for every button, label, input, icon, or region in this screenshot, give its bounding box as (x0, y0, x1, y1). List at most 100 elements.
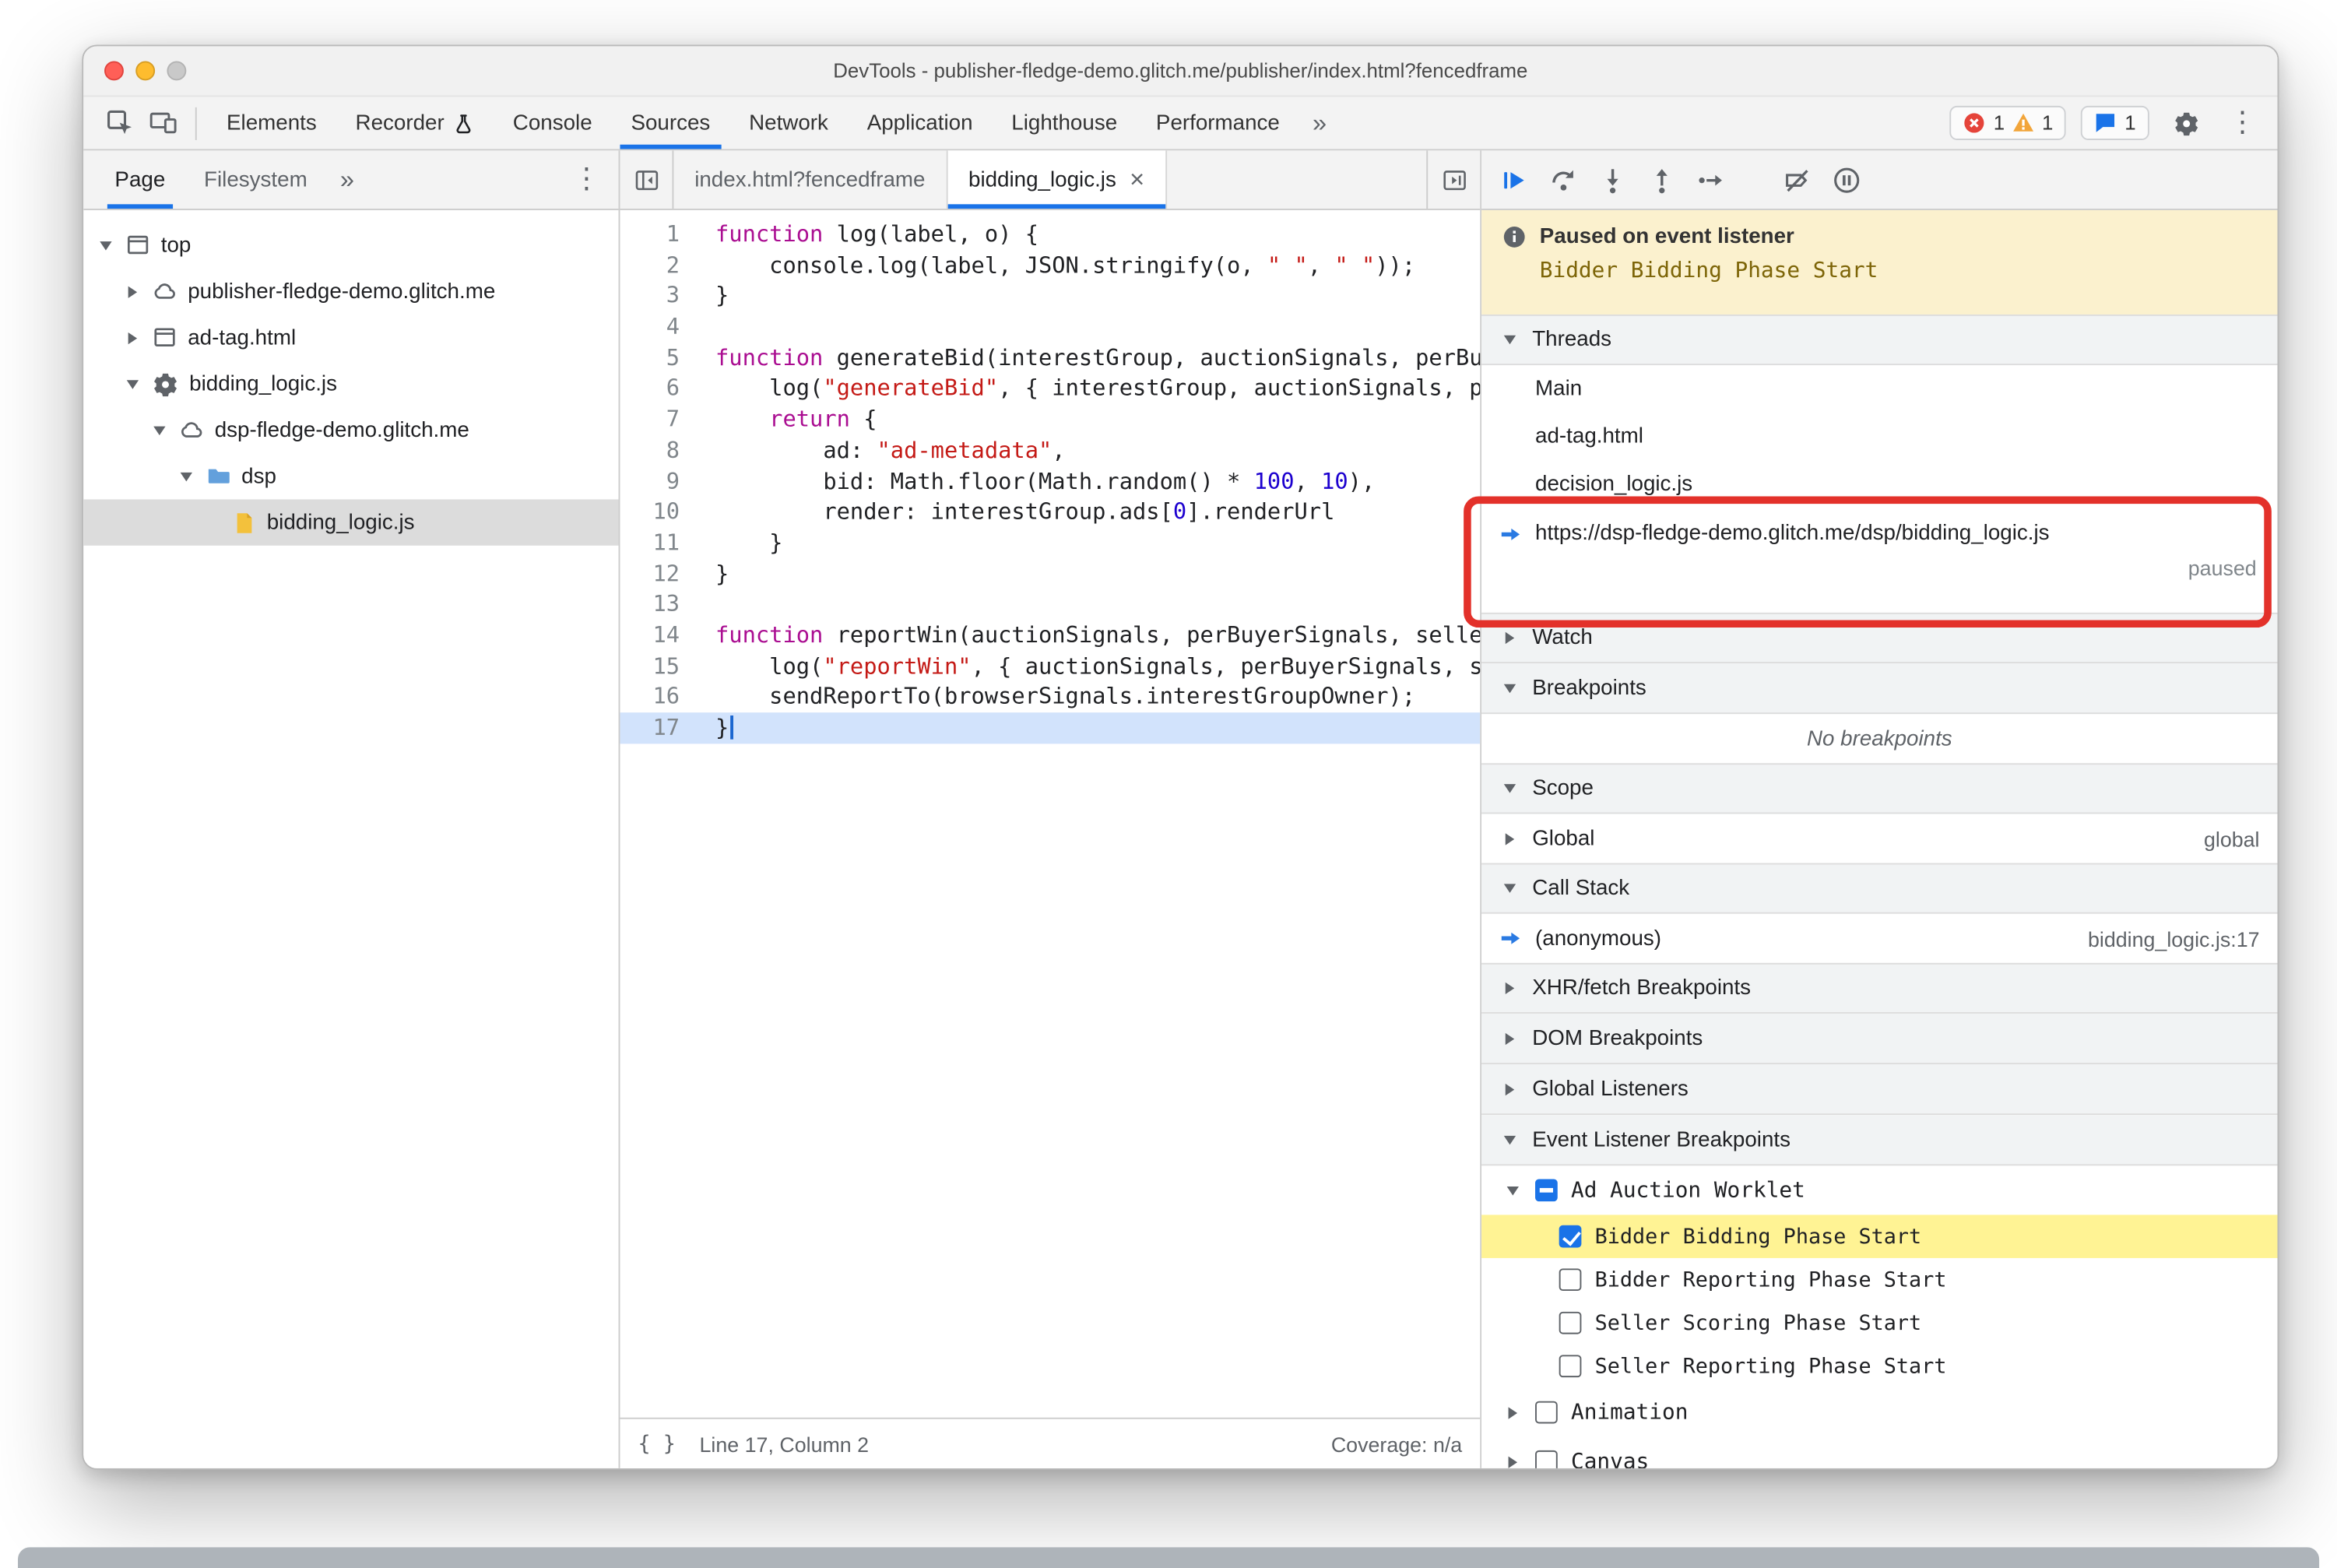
chevron-right-icon[interactable] (122, 331, 142, 344)
xhr-breakpoints-section-header[interactable]: XHR/fetch Breakpoints (1481, 962, 2278, 1014)
elb-item-seller-scoring-phase-start[interactable]: Seller Scoring Phase Start (1481, 1301, 2277, 1345)
tree-item-dsp[interactable]: dsp (83, 453, 618, 499)
tab-elements[interactable]: Elements (207, 97, 336, 149)
checkbox-unchecked[interactable] (1559, 1311, 1582, 1334)
navigate-forward-icon[interactable] (1426, 150, 1480, 209)
more-tabs-chevron[interactable]: » (1299, 108, 1341, 138)
line-number[interactable]: 10 (620, 497, 700, 528)
step-out-icon[interactable] (1647, 165, 1677, 195)
breakpoints-section-header[interactable]: Breakpoints (1481, 663, 2278, 715)
line-number[interactable]: 14 (620, 620, 700, 651)
hide-navigator-icon[interactable] (620, 150, 674, 209)
thread-item-ad-tag-html[interactable]: ad-tag.html (1481, 413, 2277, 460)
toolbar-right: 1 1 1 ⋮ (1950, 101, 2262, 145)
checkbox-unchecked[interactable] (1535, 1450, 1558, 1468)
dom-breakpoints-section-header[interactable]: DOM Breakpoints (1481, 1013, 2278, 1065)
scope-global-row[interactable]: Global global (1481, 814, 2277, 863)
tree-item-top[interactable]: top (83, 222, 618, 268)
tab-lighthouse[interactable]: Lighthouse (992, 97, 1137, 149)
thread-item-https-dsp-fledge-demo-glitch-me-dsp-bidding-logic-js[interactable]: https://dsp-fledge-demo.glitch.me/dsp/bi… (1481, 508, 2277, 613)
elb-category-animation[interactable]: Animation (1481, 1387, 2277, 1436)
chevron-down-icon[interactable] (1502, 1186, 1522, 1195)
line-number[interactable]: 6 (620, 373, 700, 404)
line-number[interactable]: 4 (620, 311, 700, 343)
settings-gear-icon[interactable] (2164, 101, 2208, 145)
line-number[interactable]: 2 (620, 250, 700, 281)
tab-network[interactable]: Network (729, 97, 848, 149)
editor-tab-index-html-fencedframe[interactable]: index.html?fencedframe (673, 150, 948, 209)
tree-item-publisher-fledge-demo-glitch-me[interactable]: publisher-fledge-demo.glitch.me (83, 269, 618, 315)
zoom-button[interactable] (167, 61, 187, 81)
elb-item-bidder-bidding-phase-start[interactable]: Bidder Bidding Phase Start (1481, 1215, 2278, 1258)
checkbox-unchecked[interactable] (1535, 1401, 1558, 1424)
line-number[interactable]: 15 (620, 651, 700, 682)
chevron-right-icon[interactable] (1502, 1455, 1522, 1468)
call-stack-frame[interactable]: (anonymous) bidding_logic.js:17 (1481, 914, 2277, 963)
checkbox-unchecked[interactable] (1559, 1355, 1582, 1378)
checkbox-indeterminate[interactable] (1535, 1179, 1558, 1202)
line-number[interactable]: 5 (620, 343, 700, 374)
code-editor[interactable]: 1 function log(label, o) {2 console.log(l… (620, 209, 1481, 1418)
chevron-right-icon[interactable] (1502, 1406, 1522, 1419)
elb-item-seller-reporting-phase-start[interactable]: Seller Reporting Phase Start (1481, 1345, 2277, 1388)
threads-section-header[interactable]: Threads (1481, 314, 2278, 366)
checkbox-unchecked[interactable] (1559, 1268, 1582, 1292)
errors-warnings-pill[interactable]: 1 1 (1950, 105, 2067, 140)
pause-on-exceptions-icon[interactable] (1832, 165, 1861, 195)
close-icon[interactable]: × (1130, 167, 1144, 192)
elb-item-bidder-reporting-phase-start[interactable]: Bidder Reporting Phase Start (1481, 1258, 2277, 1302)
line-number[interactable]: 8 (620, 435, 700, 466)
tab-filesystem[interactable]: Filesystem (184, 150, 326, 209)
line-number[interactable]: 1 (620, 219, 700, 250)
line-number[interactable]: 3 (620, 281, 700, 312)
nav-kebab-icon[interactable]: ⋮ (567, 166, 607, 194)
line-number[interactable]: 11 (620, 528, 700, 559)
tree-item-dsp-fledge-demo-glitch-me[interactable]: dsp-fledge-demo.glitch.me (83, 407, 618, 453)
step-into-icon[interactable] (1597, 165, 1627, 195)
device-toolbar-icon[interactable] (142, 101, 185, 145)
line-number[interactable]: 9 (620, 466, 700, 497)
event-listener-breakpoints-section-header[interactable]: Event Listener Breakpoints (1481, 1115, 2278, 1166)
thread-item-decision-logic-js[interactable]: decision_logic.js (1481, 461, 2277, 508)
deactivate-breakpoints-icon[interactable] (1783, 165, 1812, 195)
elb-category-canvas[interactable]: Canvas (1481, 1437, 2277, 1468)
tab-page[interactable]: Page (96, 150, 185, 209)
tab-application[interactable]: Application (848, 97, 993, 149)
call-stack-section-header[interactable]: Call Stack (1481, 863, 2278, 914)
tab-sources[interactable]: Sources (612, 97, 730, 149)
watch-section-header[interactable]: Watch (1481, 612, 2278, 663)
inspect-icon[interactable] (98, 101, 142, 145)
tab-performance[interactable]: Performance (1137, 97, 1299, 149)
tab-console[interactable]: Console (494, 97, 612, 149)
line-number[interactable]: 17 (620, 712, 700, 744)
kebab-menu-icon[interactable]: ⋮ (2223, 109, 2263, 137)
scope-value: global (2203, 826, 2260, 851)
close-button[interactable] (104, 61, 124, 81)
tab-recorder[interactable]: Recorder (336, 97, 494, 149)
step-over-icon[interactable] (1548, 165, 1578, 195)
line-number[interactable]: 16 (620, 682, 700, 713)
chevron-down-icon[interactable] (176, 471, 195, 481)
tree-item-ad-tag-html[interactable]: ad-tag.html (83, 315, 618, 360)
chevron-down-icon[interactable] (149, 425, 168, 435)
tree-item-bidding-logic-js[interactable]: bidding_logic.js (83, 360, 618, 406)
line-number[interactable]: 7 (620, 404, 700, 435)
line-number[interactable]: 13 (620, 589, 700, 621)
line-number[interactable]: 12 (620, 558, 700, 589)
chevron-down-icon[interactable] (96, 241, 115, 250)
thread-item-main[interactable]: Main (1481, 365, 2277, 413)
step-icon[interactable] (1696, 165, 1726, 195)
tree-item-bidding-logic-js[interactable]: bidding_logic.js (83, 499, 619, 546)
issues-pill[interactable]: 1 (2081, 105, 2149, 140)
chevron-right-icon[interactable] (122, 285, 142, 297)
chevron-down-icon[interactable] (122, 379, 142, 388)
scope-section-header[interactable]: Scope (1481, 763, 2278, 814)
pretty-print-button[interactable]: { } (638, 1432, 675, 1456)
checkbox-checked[interactable] (1559, 1225, 1582, 1248)
minimize-button[interactable] (135, 61, 156, 81)
editor-tab-bidding-logic-js[interactable]: bidding_logic.js × (947, 150, 1167, 209)
elb-category-ad-auction-worklet[interactable]: Ad Auction Worklet (1481, 1165, 2277, 1215)
global-listeners-section-header[interactable]: Global Listeners (1481, 1064, 2278, 1116)
resume-icon[interactable] (1499, 165, 1529, 195)
nav-more-chevron[interactable]: » (327, 165, 368, 195)
